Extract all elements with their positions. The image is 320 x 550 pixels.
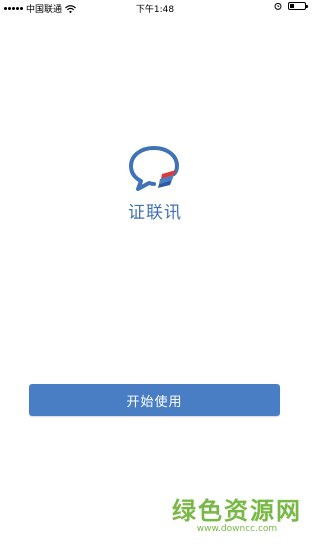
- battery-icon: [288, 2, 308, 10]
- alarm-icon: [274, 2, 282, 10]
- clock: 下午1:48: [135, 5, 175, 15]
- watermark: 绿色资源网 www.downcc.com: [172, 498, 302, 534]
- status-right: [274, 2, 308, 10]
- watermark-url: www.downcc.com: [196, 524, 278, 534]
- start-button[interactable]: 开始使用: [29, 384, 280, 416]
- app-name: 证联讯: [128, 203, 182, 223]
- chat-bubble-logo-icon: [129, 146, 180, 191]
- status-bar: 中国联通 下午1:48: [0, 0, 310, 16]
- watermark-title: 绿色资源网: [172, 497, 302, 525]
